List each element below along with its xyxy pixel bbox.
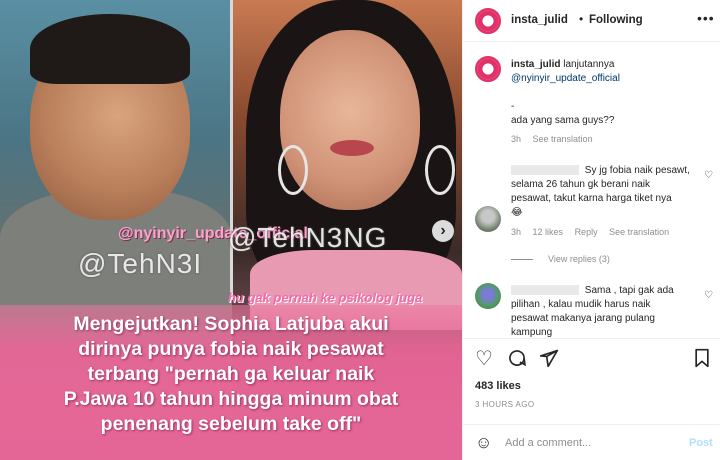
bookmark-icon[interactable] bbox=[693, 348, 711, 373]
add-comment-bar: ☺ Post bbox=[463, 424, 720, 460]
comment-line: pilihan , kalau mudik harus naik bbox=[511, 299, 651, 310]
caption-username[interactable]: insta_julid bbox=[511, 59, 560, 70]
comment-line: kampung bbox=[511, 327, 553, 338]
heart-icon[interactable]: ♡ bbox=[704, 170, 713, 181]
post-button[interactable]: Post bbox=[689, 437, 713, 449]
media-caption-line: penenang sebelum take off" bbox=[100, 413, 362, 435]
caption-meta: 3h See translation bbox=[511, 134, 602, 144]
more-horizontal-icon[interactable]: ••• bbox=[697, 10, 715, 26]
media-split-line bbox=[230, 0, 233, 300]
likes-count[interactable]: 483 likes bbox=[475, 380, 521, 392]
post-header: insta_julid • Following ••• bbox=[463, 0, 720, 42]
following-button[interactable]: Following bbox=[589, 14, 643, 26]
comment-body: Sama , tapi gak ada pilihan , kalau mudi… bbox=[511, 284, 696, 338]
earring-left bbox=[278, 145, 308, 195]
man-figure-hair bbox=[30, 14, 190, 84]
caption-time: 3h bbox=[511, 134, 522, 144]
media-caption-line: dirinya punya fobia naik pesawat bbox=[78, 338, 384, 360]
avatar[interactable] bbox=[475, 56, 501, 82]
comment-line: Sama , tapi gak ada bbox=[584, 285, 674, 296]
media-caption-line: terbang "pernah ga keluar naik bbox=[87, 363, 375, 385]
blurred-username bbox=[511, 165, 579, 176]
comment-line: Sy jg fobia naik pesawt, bbox=[584, 165, 690, 176]
earring-right bbox=[425, 145, 455, 195]
avatar[interactable] bbox=[475, 206, 501, 232]
chevron-right-icon[interactable]: › bbox=[432, 220, 454, 242]
share-icon[interactable] bbox=[539, 348, 559, 373]
comment-body: Sy jg fobia naik pesawt, selama 26 tahun… bbox=[511, 164, 696, 220]
avatar[interactable] bbox=[475, 283, 501, 309]
caption-dash: - bbox=[511, 101, 515, 112]
caption-line2: ada yang sama guys?? bbox=[511, 115, 615, 126]
avatar[interactable] bbox=[475, 8, 501, 34]
comment-line: pesawat makanya jarang pulang bbox=[511, 313, 655, 324]
media-caption: Mengejutkan! Sophia Latjuba akui dirinya… bbox=[6, 312, 456, 437]
post-media[interactable]: @nyinyir_update_official @TehN3I @TehN3N… bbox=[0, 0, 462, 460]
comment-time: 3h bbox=[511, 227, 522, 237]
action-bar: ♡ bbox=[463, 338, 720, 380]
header-username[interactable]: insta_julid bbox=[511, 14, 568, 26]
watermark-tehn3i: @TehN3I bbox=[78, 248, 203, 279]
watermark-tehn3ng: @TehN3NG bbox=[228, 222, 388, 253]
separator-dot: • bbox=[579, 12, 584, 26]
comments-list[interactable]: insta_julid lanjutannya @nyinyir_update_… bbox=[463, 42, 720, 338]
comment-line: pesawat, takut karna harga tiket nya bbox=[511, 193, 672, 204]
heart-icon[interactable]: ♡ bbox=[704, 290, 713, 301]
caption-body: lanjutannya bbox=[563, 59, 615, 70]
comment-likes[interactable]: 12 likes bbox=[533, 227, 564, 237]
comment-icon[interactable] bbox=[507, 348, 527, 373]
post-sidebar: insta_julid • Following ••• insta_julid … bbox=[462, 0, 720, 460]
comment-input[interactable] bbox=[505, 433, 675, 453]
view-replies-line bbox=[511, 259, 533, 260]
comment-line: 😂 bbox=[511, 207, 523, 218]
comment-meta: 3h 12 likes Reply See translation bbox=[511, 227, 678, 237]
reply-button[interactable]: Reply bbox=[575, 227, 598, 237]
caption-mention[interactable]: @nyinyir_update_official bbox=[511, 72, 620, 86]
post-timestamp: 3 HOURS AGO bbox=[475, 400, 535, 409]
media-caption-line: P.Jawa 10 tahun hingga minum obat bbox=[63, 388, 399, 410]
media-caption-line: Mengejutkan! Sophia Latjuba akui bbox=[73, 313, 389, 335]
caption-text: insta_julid lanjutannya bbox=[511, 58, 711, 72]
blurred-username bbox=[511, 285, 579, 296]
comment-line: selama 26 tahun gk berani naik bbox=[511, 179, 650, 190]
emoji-icon[interactable]: ☺ bbox=[475, 433, 492, 453]
heart-icon[interactable]: ♡ bbox=[475, 348, 493, 370]
see-translation-link[interactable]: See translation bbox=[533, 134, 593, 144]
video-subtitle: hu gak pernah ke psikolog juga bbox=[228, 290, 423, 305]
woman-figure-lips bbox=[330, 140, 374, 156]
see-translation-link[interactable]: See translation bbox=[609, 227, 669, 237]
view-replies-button[interactable]: View replies (3) bbox=[548, 254, 610, 264]
